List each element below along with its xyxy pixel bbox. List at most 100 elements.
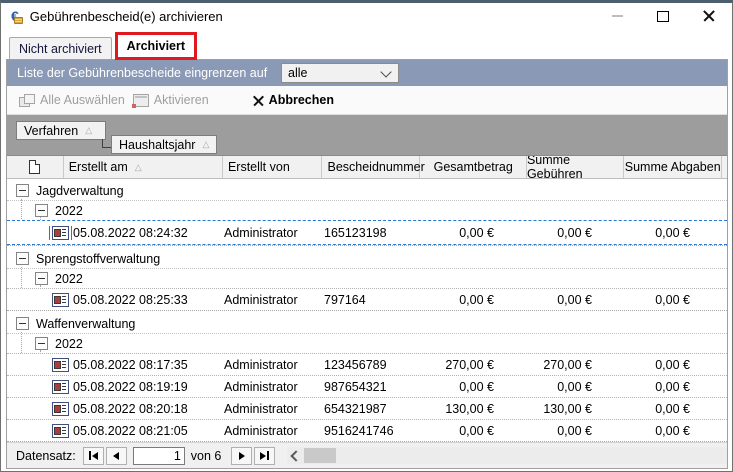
collapse-icon[interactable] — [35, 204, 48, 217]
close-button[interactable] — [686, 4, 732, 28]
cell-summe-abgaben: 0,00 € — [627, 226, 725, 240]
cell-erstellt-von: Administrator — [224, 380, 324, 394]
table-row[interactable]: 05.08.2022 08:21:05 Administrator 951624… — [7, 419, 727, 441]
column-gesamtbetrag[interactable]: Gesamtbetrag — [420, 156, 526, 178]
group-row-haushaltsjahr[interactable]: 2022 — [7, 268, 727, 288]
cell-erstellt-von: Administrator — [224, 226, 324, 240]
scrollbar-thumb[interactable] — [304, 448, 336, 463]
activate-button[interactable]: Aktivieren — [129, 91, 213, 109]
column-record-indicator[interactable] — [7, 156, 64, 178]
group-label: Waffenverwaltung — [36, 317, 135, 331]
group-section: Waffenverwaltung 2022 05.08.2022 08:17:3… — [7, 314, 727, 442]
cancel-button[interactable]: Abbrechen — [249, 91, 338, 109]
group-row-haushaltsjahr[interactable]: 2022 — [7, 200, 727, 220]
activate-icon — [133, 94, 149, 107]
group-label: 2022 — [55, 204, 83, 218]
first-record-button[interactable] — [83, 447, 104, 465]
fee-notice-icon — [52, 402, 69, 416]
cancel-x-icon — [253, 95, 264, 106]
table-row[interactable]: 05.08.2022 08:19:19 Administrator 987654… — [7, 375, 727, 397]
group-label: Sprengstoffverwaltung — [36, 252, 160, 266]
collapse-icon[interactable] — [16, 252, 29, 265]
group-row-verfahren[interactable]: Sprengstoffverwaltung — [7, 249, 727, 268]
table-header: Erstellt am △ Erstellt von Bescheidnumme… — [7, 156, 727, 179]
record-number-input[interactable] — [133, 447, 185, 465]
cell-bescheidnummer: 165123198 — [324, 226, 417, 240]
cell-erstellt-von: Administrator — [224, 402, 324, 416]
collapse-icon[interactable] — [16, 317, 29, 330]
column-summe-abgaben[interactable]: Summe Abgaben — [624, 156, 722, 178]
cell-erstellt-am: 05.08.2022 08:24:32 — [73, 226, 224, 240]
cell-erstellt-am: 05.08.2022 08:20:18 — [73, 402, 224, 416]
window-title: Gebührenbescheid(e) archivieren — [30, 9, 223, 24]
table-row[interactable]: 05.08.2022 08:20:18 Administrator 654321… — [7, 397, 727, 419]
group-field-haushaltsjahr[interactable]: Haushaltsjahr △ — [111, 135, 217, 154]
group-row-haushaltsjahr[interactable]: 2022 — [7, 333, 727, 353]
cell-summe-abgaben: 0,00 € — [627, 424, 725, 438]
cell-erstellt-am: 05.08.2022 08:19:19 — [73, 380, 224, 394]
column-erstellt-am[interactable]: Erstellt am △ — [64, 156, 223, 178]
group-field-verfahren[interactable]: Verfahren △ — [16, 121, 106, 140]
sort-asc-icon: △ — [135, 163, 142, 172]
column-erstellt-von[interactable]: Erstellt von — [223, 156, 323, 178]
cell-summe-abgaben: 0,00 € — [627, 358, 725, 372]
collapse-icon[interactable] — [35, 337, 48, 350]
document-icon — [29, 160, 40, 174]
group-label: 2022 — [55, 272, 83, 286]
group-section: Sprengstoffverwaltung 2022 05.08.2022 08… — [7, 249, 727, 311]
horizontal-scrollbar[interactable] — [287, 447, 727, 464]
tab-strip: Nicht archiviert Archiviert — [1, 29, 732, 59]
scroll-left-icon[interactable] — [291, 450, 302, 461]
fee-notice-icon — [52, 358, 69, 372]
cell-bescheidnummer: 987654321 — [324, 380, 417, 394]
title-bar: € Gebührenbescheid(e) archivieren — [1, 3, 732, 29]
tab-page: Liste der Gebührenbescheide eingrenzen a… — [6, 59, 728, 469]
group-label: Jagdverwaltung — [36, 184, 124, 198]
dropdown-value: alle — [288, 66, 307, 80]
cell-summe-gebuehren: 0,00 € — [529, 226, 627, 240]
year-section: 2022 05.08.2022 08:17:35 Administrator 1… — [7, 333, 727, 441]
group-label: 2022 — [55, 337, 83, 351]
select-all-button[interactable]: Alle Auswählen — [15, 91, 129, 109]
cell-gesamtbetrag: 0,00 € — [417, 424, 529, 438]
minimize-icon — [612, 15, 623, 17]
year-section: 2022 05.08.2022 08:25:33 Administrator 7… — [7, 268, 727, 310]
group-row-verfahren[interactable]: Waffenverwaltung — [7, 314, 727, 333]
arrow-left-icon — [92, 452, 98, 460]
previous-record-button[interactable] — [106, 447, 127, 465]
cell-erstellt-am: 05.08.2022 08:25:33 — [73, 293, 224, 307]
group-row-verfahren[interactable]: Jagdverwaltung — [7, 181, 727, 200]
table-body: Jagdverwaltung 2022 05.08.2022 08:24:32 … — [7, 179, 727, 442]
next-record-button[interactable] — [231, 447, 252, 465]
filter-dropdown[interactable]: alle — [281, 63, 399, 83]
fee-notice-icon — [52, 380, 69, 394]
maximize-icon — [657, 11, 669, 22]
cell-summe-gebuehren: 0,00 € — [529, 293, 627, 307]
arrow-right-icon — [239, 452, 245, 460]
tab-nicht-archiviert[interactable]: Nicht archiviert — [9, 37, 112, 59]
last-record-button[interactable] — [254, 447, 275, 465]
collapse-icon[interactable] — [16, 184, 29, 197]
year-section: 2022 05.08.2022 08:24:32 Administrator 1… — [7, 200, 727, 245]
table-row[interactable]: 05.08.2022 08:17:35 Administrator 123456… — [7, 353, 727, 375]
table-row[interactable]: 05.08.2022 08:25:33 Administrator 797164… — [7, 288, 727, 310]
table-row[interactable]: 05.08.2022 08:24:32 Administrator 165123… — [7, 220, 727, 245]
collapse-icon[interactable] — [35, 272, 48, 285]
cell-bescheidnummer: 9516241746 — [324, 424, 417, 438]
record-count-label: von 6 — [191, 449, 222, 463]
tab-archiviert[interactable]: Archiviert — [115, 32, 197, 60]
cell-summe-abgaben: 0,00 € — [627, 293, 725, 307]
cell-bescheidnummer: 797164 — [324, 293, 417, 307]
column-bescheidnummer[interactable]: Bescheidnummer — [322, 156, 420, 178]
minimize-button[interactable] — [594, 4, 640, 28]
cell-erstellt-von: Administrator — [224, 293, 324, 307]
chevron-down-icon — [380, 66, 391, 77]
select-all-icon — [19, 94, 35, 107]
cell-erstellt-von: Administrator — [224, 358, 324, 372]
maximize-button[interactable] — [640, 4, 686, 28]
cell-summe-gebuehren: 270,00 € — [529, 358, 627, 372]
cell-summe-gebuehren: 0,00 € — [529, 380, 627, 394]
column-summe-gebuehren[interactable]: Summe Gebühren — [527, 156, 625, 178]
window-controls — [594, 4, 732, 28]
group-section: Jagdverwaltung 2022 05.08.2022 08:24:32 … — [7, 181, 727, 246]
